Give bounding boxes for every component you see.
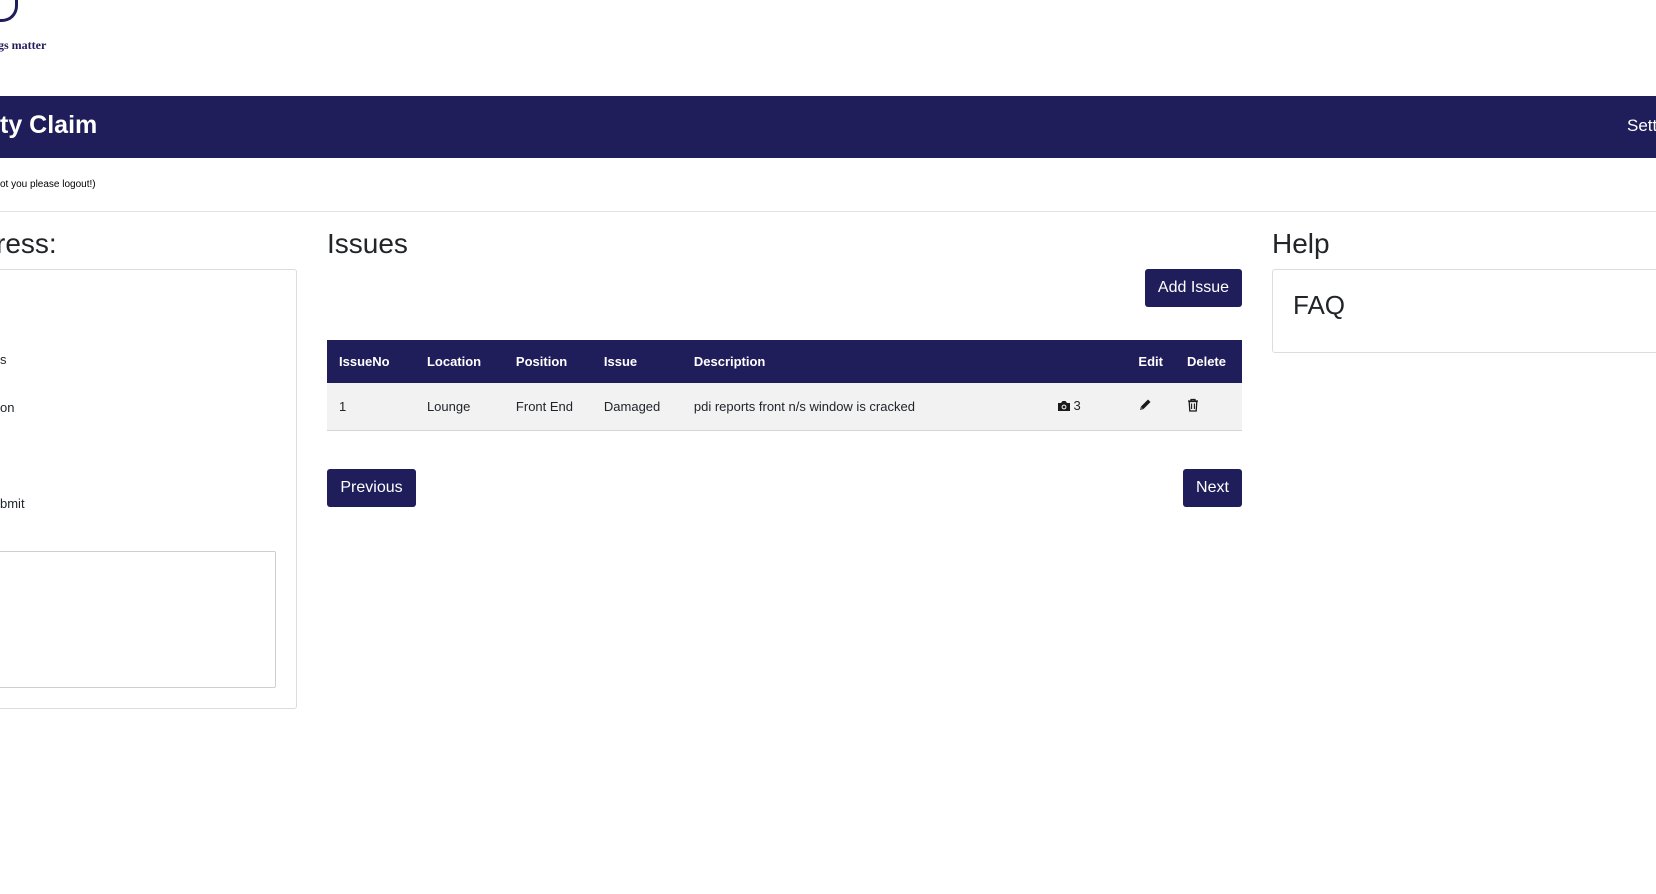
help-card: FAQ: [1272, 269, 1656, 353]
cell-location: Lounge: [414, 383, 504, 431]
issues-table: IssueNo Location Position Issue Descript…: [327, 340, 1242, 431]
trash-icon: [1187, 398, 1198, 412]
issues-title: Issues: [327, 228, 408, 259]
column-header: Description: [681, 340, 1045, 383]
column-header: Delete: [1174, 340, 1242, 383]
logout-note: ot you please logout!): [0, 179, 96, 190]
progress-notes-box: [0, 551, 276, 688]
camera-icon: [1057, 400, 1070, 411]
page-title: ty Claim: [0, 111, 98, 139]
cell-issue-no: 1: [327, 383, 415, 431]
photos-link[interactable]: 3: [1057, 398, 1081, 413]
cell-photos: 3: [1044, 383, 1127, 431]
photo-count: 3: [1073, 398, 1081, 413]
table-row: 1 Lounge Front End Damaged pdi reports f…: [327, 383, 1242, 431]
column-header: IssueNo: [327, 340, 415, 383]
add-issue-button[interactable]: Add Issue: [1145, 269, 1242, 307]
divider: [0, 211, 1656, 212]
progress-title: ress:: [0, 228, 57, 259]
column-header: Position: [503, 340, 592, 383]
cell-description: pdi reports front n/s window is cracked: [681, 383, 1045, 431]
column-header: Issue: [591, 340, 682, 383]
column-header: [1044, 340, 1127, 383]
help-title: Help: [1272, 228, 1330, 259]
cell-edit: [1126, 383, 1175, 431]
settings-link[interactable]: Sett: [1627, 116, 1656, 136]
table-header-row: IssueNo Location Position Issue Descript…: [327, 340, 1242, 383]
next-button[interactable]: Next: [1183, 469, 1242, 507]
progress-step: bmit: [0, 496, 25, 511]
pencil-icon: [1140, 399, 1151, 410]
edit-button[interactable]: [1138, 398, 1152, 412]
logo-shield-icon: [0, 0, 18, 22]
progress-step: on: [0, 400, 15, 415]
column-header: Edit: [1126, 340, 1175, 383]
progress-step: s: [0, 352, 7, 367]
cell-delete: [1174, 383, 1242, 431]
faq-link[interactable]: FAQ: [1293, 290, 1345, 321]
cell-position: Front End: [503, 383, 592, 431]
delete-button[interactable]: [1187, 398, 1199, 412]
navbar: ty Claim Sett: [0, 96, 1656, 158]
previous-button[interactable]: Previous: [327, 469, 416, 507]
column-header: Location: [414, 340, 504, 383]
logo-tagline: gs matter: [0, 38, 47, 52]
cell-issue: Damaged: [591, 383, 682, 431]
